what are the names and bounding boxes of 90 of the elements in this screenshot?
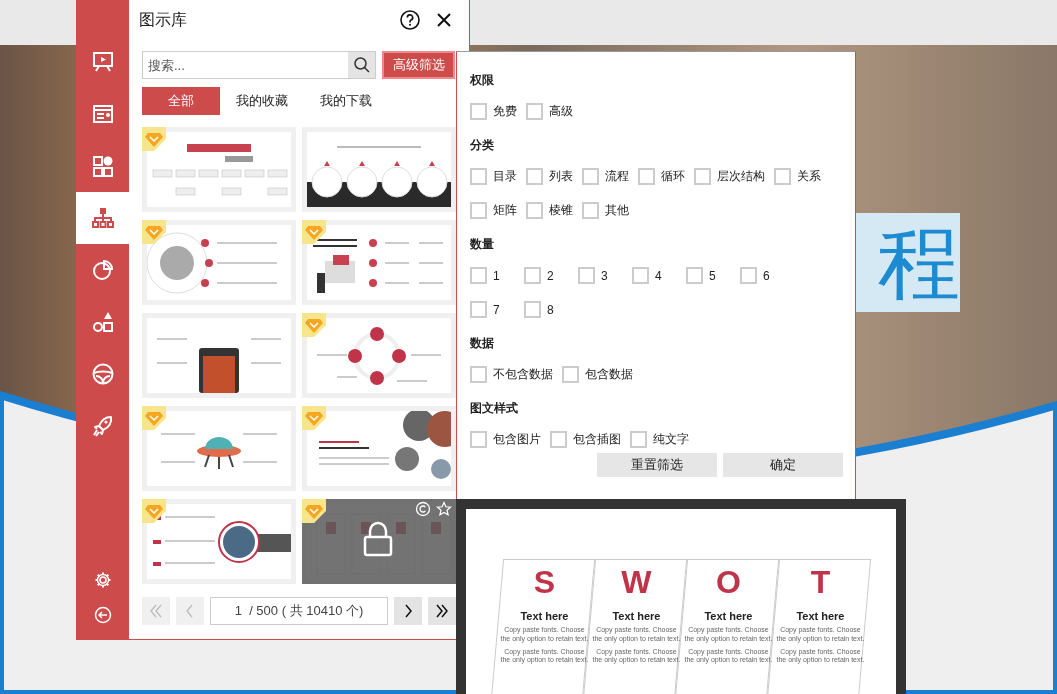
checkbox[interactable] (470, 366, 487, 383)
filter-option[interactable]: 层次结构 (694, 167, 765, 186)
rocket-icon (90, 414, 115, 438)
pie-chart-icon (90, 258, 115, 282)
filter-option[interactable]: 关系 (774, 167, 821, 186)
filter-option[interactable]: 包含数据 (562, 365, 633, 384)
grid-icon (90, 154, 115, 178)
last-page-button[interactable] (428, 597, 456, 625)
filter-option[interactable]: 免费 (470, 102, 517, 121)
filter-option[interactable]: 3 (578, 266, 623, 285)
star-icon[interactable] (436, 501, 452, 517)
confirm-button[interactable]: 确定 (723, 453, 843, 477)
previous-page-button[interactable] (176, 597, 204, 625)
card-heading: Text here (704, 610, 753, 622)
checkbox[interactable] (694, 168, 711, 185)
filter-section-title: 数据 (470, 335, 495, 351)
card-letter: O (716, 564, 741, 600)
filter-option[interactable]: 不包含数据 (470, 365, 553, 384)
card-heading: Text here (612, 610, 661, 622)
shapes-icon (90, 310, 115, 334)
presentation-icon (90, 50, 115, 74)
checkbox[interactable] (582, 202, 599, 219)
card-letter: W (621, 564, 652, 600)
first-page-button[interactable] (142, 597, 170, 625)
filter-option[interactable]: 其他 (582, 201, 629, 220)
filter-option[interactable]: 6 (740, 266, 785, 285)
filter-option[interactable]: 矩阵 (470, 201, 517, 220)
filter-option[interactable]: 纯文字 (630, 430, 689, 449)
checkbox[interactable] (526, 202, 543, 219)
sidebar-item[interactable] (76, 192, 129, 244)
filter-option[interactable]: 7 (470, 300, 515, 319)
settings-icon (93, 570, 112, 589)
reset-filter-button[interactable]: 重置筛选 (597, 453, 717, 477)
checkbox[interactable] (774, 168, 791, 185)
checkbox[interactable] (524, 267, 541, 284)
lock-icon (363, 521, 393, 557)
filter-option[interactable]: 8 (524, 300, 569, 319)
filter-option[interactable]: 流程 (582, 167, 629, 186)
checkbox[interactable] (470, 301, 487, 318)
checkbox[interactable] (526, 168, 543, 185)
advanced-filter-button[interactable]: 高级筛选 (382, 51, 455, 79)
org-chart-icon (90, 206, 115, 230)
double-chevron-right-icon (433, 602, 451, 620)
checkbox[interactable] (582, 168, 599, 185)
checkbox[interactable] (630, 431, 647, 448)
close-icon (437, 13, 451, 27)
card-letter: T (810, 564, 831, 600)
tab[interactable]: 我的下载 (304, 87, 388, 115)
card-letter: S (533, 564, 556, 600)
checkbox[interactable] (470, 431, 487, 448)
checkbox[interactable] (526, 103, 543, 120)
filter-option[interactable]: 包含插图 (550, 430, 621, 449)
card-heading: Text here (796, 610, 845, 622)
checkbox[interactable] (740, 267, 757, 284)
checkbox[interactable] (470, 103, 487, 120)
checkbox[interactable] (578, 267, 595, 284)
filter-option[interactable]: 5 (686, 266, 731, 285)
filter-option[interactable]: 列表 (526, 167, 573, 186)
dashboard-icon (90, 362, 115, 386)
checkbox[interactable] (632, 267, 649, 284)
panel-title: 图示库 (139, 9, 188, 30)
card-heading: Text here (520, 610, 569, 622)
filter-section-title: 数量 (470, 236, 495, 252)
filter-option[interactable]: 2 (524, 266, 569, 285)
filter-option[interactable]: 1 (470, 266, 515, 285)
copyright-icon[interactable] (415, 501, 431, 517)
checkbox[interactable] (524, 301, 541, 318)
checkbox[interactable] (638, 168, 655, 185)
help-icon (400, 10, 420, 30)
checkbox[interactable] (686, 267, 703, 284)
filter-option[interactable]: 棱锥 (526, 201, 573, 220)
filter-option[interactable]: 包含图片 (470, 430, 541, 449)
layout-card-icon (90, 102, 115, 126)
filter-option[interactable]: 循环 (638, 167, 685, 186)
filter-section-title: 分类 (470, 137, 495, 153)
checkbox[interactable] (550, 431, 567, 448)
tab[interactable]: 全部 (142, 87, 220, 115)
tab[interactable]: 我的收藏 (220, 87, 304, 115)
filter-option[interactable]: 目录 (470, 167, 517, 186)
filter-option[interactable]: 高级 (526, 102, 573, 121)
filter-option[interactable]: 4 (632, 266, 677, 285)
next-page-button[interactable] (394, 597, 422, 625)
checkbox[interactable] (562, 366, 579, 383)
checkbox[interactable] (470, 168, 487, 185)
checkbox[interactable] (470, 267, 487, 284)
filter-section-title: 权限 (470, 72, 495, 88)
template-thumbnail[interactable] (302, 499, 456, 584)
filter-section-title: 图文样式 (470, 400, 519, 416)
page-field[interactable]: 1 / 500 ( 共 10410 个) (210, 597, 388, 625)
checkbox[interactable] (470, 202, 487, 219)
